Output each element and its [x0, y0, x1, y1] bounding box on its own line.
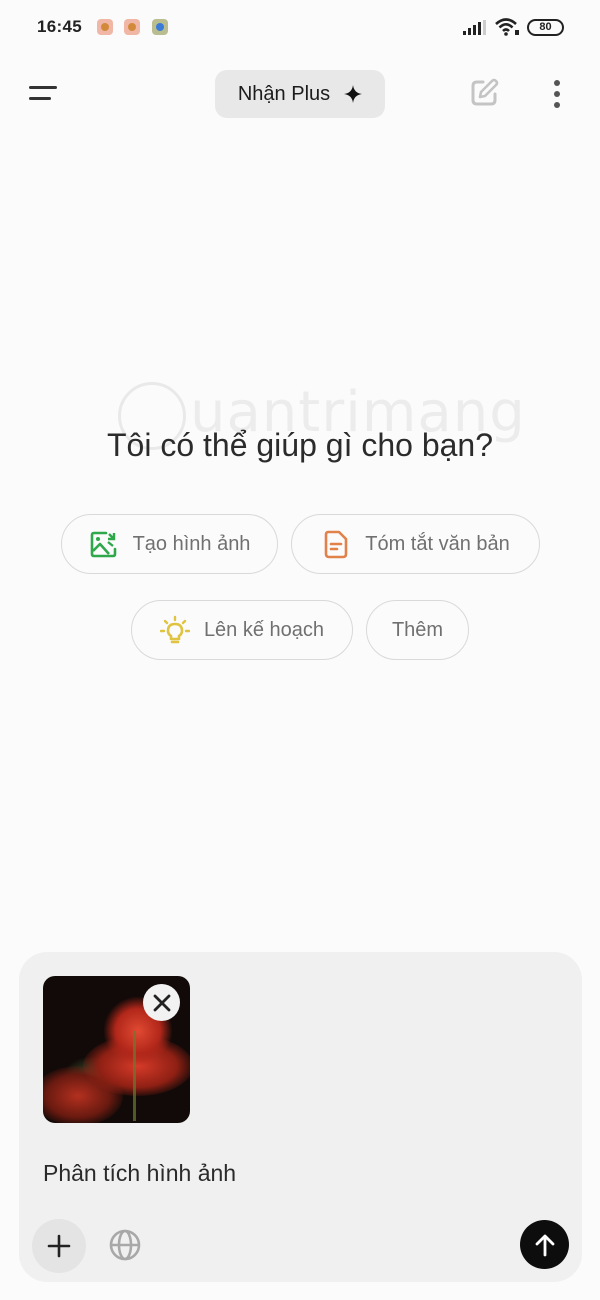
globe-icon[interactable] — [107, 1227, 143, 1263]
suggestion-more[interactable]: Thêm — [366, 600, 469, 660]
remove-attachment-button[interactable] — [143, 984, 180, 1021]
suggestion-label: Lên kế hoạch — [203, 618, 325, 641]
signal-icon — [463, 20, 486, 35]
upgrade-label: Nhận Plus — [237, 82, 331, 105]
prompt-input[interactable] — [43, 1160, 543, 1187]
app-notification-icon — [97, 19, 113, 35]
suggestion-make-plan[interactable]: Lên kế hoạch — [131, 600, 353, 660]
suggestion-summarize-text[interactable]: Tóm tắt văn bản — [291, 514, 540, 574]
app-notification-icon — [152, 19, 168, 35]
close-icon — [153, 994, 170, 1011]
document-icon — [324, 530, 348, 559]
suggestion-label: Tạo hình ảnh — [132, 532, 251, 555]
add-attachment-button[interactable] — [32, 1219, 86, 1273]
status-time: 16:45 — [37, 17, 82, 36]
send-button[interactable] — [520, 1220, 569, 1269]
upgrade-plus-button[interactable]: Nhận Plus — [215, 70, 385, 118]
wifi-icon — [495, 18, 519, 36]
suggestion-label: Thêm — [391, 618, 444, 641]
composer — [19, 952, 582, 1282]
menu-icon[interactable] — [26, 80, 60, 108]
suggestion-label: Tóm tắt văn bản — [365, 532, 510, 555]
more-vertical-icon[interactable] — [544, 76, 570, 112]
app-notification-icon — [124, 19, 140, 35]
lightbulb-icon — [159, 615, 190, 644]
status-bar: 16:45 80 — [0, 0, 600, 56]
page-title: Tôi có thể giúp gì cho bạn? — [106, 427, 494, 463]
suggestion-create-image[interactable]: Tạo hình ảnh — [61, 514, 278, 574]
plus-icon — [47, 1234, 71, 1258]
arrow-up-icon — [535, 1234, 554, 1256]
sparkle-icon — [344, 85, 363, 103]
battery-indicator: 80 — [527, 19, 564, 36]
edit-icon[interactable] — [467, 76, 501, 110]
image-create-icon — [90, 531, 116, 558]
